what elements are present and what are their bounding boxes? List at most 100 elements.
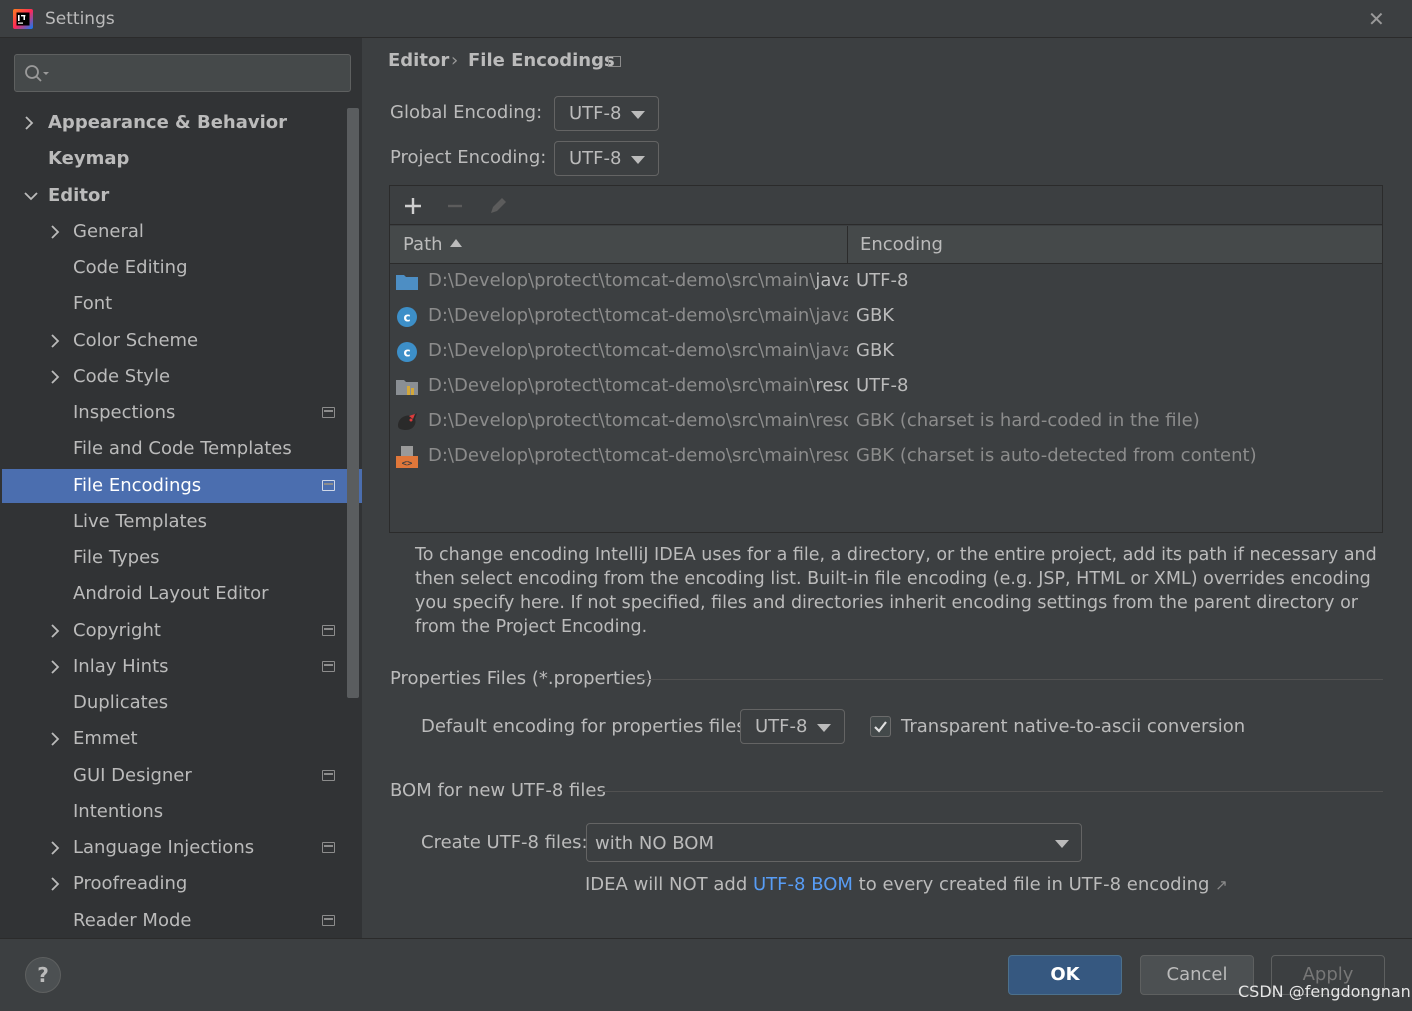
- sidebar-item-label: Font: [73, 293, 113, 314]
- row-encoding: UTF-8: [856, 375, 909, 396]
- sidebar-item-label: General: [73, 221, 144, 242]
- sidebar-item-font[interactable]: Font: [2, 287, 362, 321]
- sidebar-item-proofreading[interactable]: Proofreading: [2, 867, 362, 901]
- sidebar-item-label: Emmet: [73, 728, 138, 749]
- sidebar-item-code-editing[interactable]: Code Editing: [2, 251, 362, 285]
- sidebar-item-emmet[interactable]: Emmet: [2, 722, 362, 756]
- dropdown-arrow-icon: [817, 724, 831, 732]
- global-encoding-label: Global Encoding:: [390, 102, 543, 123]
- chevron-right-icon: [51, 624, 60, 638]
- create-utf8-dropdown[interactable]: with NO BOM: [586, 823, 1082, 862]
- svg-text:c: c: [403, 311, 410, 325]
- sidebar-item-inspections[interactable]: Inspections: [2, 396, 362, 430]
- sidebar-item-label: Language Injections: [73, 837, 255, 858]
- properties-default-label: Default encoding for properties files:: [421, 716, 752, 737]
- global-encoding-dropdown[interactable]: UTF-8: [554, 96, 659, 131]
- sidebar-item-language-injections[interactable]: Language Injections: [2, 831, 362, 865]
- sidebar-item-copyright[interactable]: Copyright: [2, 614, 362, 648]
- bom-info-text: IDEA will NOT add UTF-8 BOM to every cre…: [585, 874, 1228, 895]
- breadcrumb-editor[interactable]: Editor: [388, 50, 449, 71]
- transparent-ascii-checkbox[interactable]: [870, 716, 891, 737]
- cancel-button[interactable]: Cancel: [1140, 955, 1254, 995]
- search-icon: [25, 65, 49, 82]
- column-header-path[interactable]: Path: [403, 234, 443, 255]
- sidebar-item-editor[interactable]: Editor: [2, 179, 362, 213]
- sidebar-item-label: Intentions: [73, 801, 164, 822]
- sidebar-item-label: Keymap: [48, 148, 130, 169]
- sidebar-item-file-encodings[interactable]: File Encodings: [2, 469, 362, 503]
- utf8-bom-link[interactable]: UTF-8 BOM: [753, 874, 853, 895]
- project-level-icon: [322, 625, 335, 636]
- title-bar: Settings ✕: [0, 0, 1412, 38]
- sidebar-item-color-scheme[interactable]: Color Scheme: [2, 324, 362, 358]
- properties-encoding-dropdown[interactable]: UTF-8: [740, 709, 845, 744]
- sidebar-item-gui-designer[interactable]: GUI Designer: [2, 759, 362, 793]
- sidebar-item-general[interactable]: General: [2, 215, 362, 249]
- transparent-ascii-label[interactable]: Transparent native-to-ascii conversion: [901, 716, 1245, 737]
- sidebar-item-label: Android Layout Editor: [73, 583, 269, 604]
- html-file-icon: <>: [396, 446, 418, 469]
- sidebar-item-label: Reader Mode: [73, 910, 192, 931]
- checkmark-icon: [874, 721, 887, 733]
- sidebar-item-android-layout-editor[interactable]: Android Layout Editor: [2, 577, 362, 611]
- section-separator: [600, 791, 1383, 792]
- search-input[interactable]: [14, 54, 351, 92]
- project-level-icon: [322, 480, 335, 491]
- path-encoding-table: Path Encoding D:\Develop\protect\tomcat-…: [389, 185, 1383, 533]
- table-header: Path Encoding: [390, 226, 1382, 264]
- sidebar-item-label: Live Templates: [73, 511, 207, 532]
- column-divider[interactable]: [847, 226, 848, 264]
- sidebar-scrollbar[interactable]: [347, 108, 359, 698]
- sidebar-item-label: Inlay Hints: [73, 656, 169, 677]
- project-encoding-dropdown[interactable]: UTF-8: [554, 141, 659, 176]
- sidebar-item-label: Duplicates: [73, 692, 169, 713]
- table-row[interactable]: <> D:\Develop\protect\tomcat-demo\src\ma…: [390, 439, 1382, 474]
- table-row[interactable]: D:\Develop\protect\tomcat-demo\src\main\…: [390, 404, 1382, 439]
- table-toolbar: [390, 186, 1382, 225]
- external-link-icon: ↗: [1215, 876, 1228, 894]
- add-icon[interactable]: [401, 194, 425, 218]
- global-encoding-value: UTF-8: [569, 103, 622, 124]
- sort-ascending-icon: [450, 239, 462, 247]
- help-button[interactable]: ?: [25, 957, 61, 993]
- row-path: D:\Develop\protect\tomcat-demo\src\main\…: [428, 445, 848, 466]
- table-row[interactable]: c D:\Develop\protect\tomcat-demo\src\mai…: [390, 334, 1382, 369]
- sidebar-item-code-style[interactable]: Code Style: [2, 360, 362, 394]
- table-row[interactable]: D:\Develop\protect\tomcat-demo\src\main\…: [390, 369, 1382, 404]
- row-path: D:\Develop\protect\tomcat-demo\src\main\…: [428, 410, 848, 431]
- properties-encoding-value: UTF-8: [755, 716, 808, 737]
- java-class-icon: c: [397, 307, 417, 327]
- folder-icon: [396, 275, 418, 290]
- ok-button[interactable]: OK: [1008, 955, 1122, 995]
- sidebar-item-duplicates[interactable]: Duplicates: [2, 686, 362, 720]
- table-row[interactable]: D:\Develop\protect\tomcat-demo\src\main\…: [390, 264, 1382, 299]
- sidebar-item-reader-mode[interactable]: Reader Mode: [2, 904, 362, 938]
- section-separator: [636, 679, 1383, 680]
- close-icon[interactable]: ✕: [1368, 7, 1385, 31]
- chevron-right-icon: [51, 370, 60, 384]
- properties-section-title: Properties Files (*.properties): [390, 668, 653, 689]
- breadcrumb-separator: ›: [451, 50, 459, 71]
- tomcat-icon: [398, 413, 417, 430]
- edit-icon[interactable]: [486, 194, 510, 218]
- sidebar-item-live-templates[interactable]: Live Templates: [2, 505, 362, 539]
- encoding-help-text: To change encoding IntelliJ IDEA uses fo…: [415, 545, 1377, 637]
- row-path: D:\Develop\protect\tomcat-demo\src\main\…: [428, 375, 848, 396]
- column-header-encoding[interactable]: Encoding: [860, 234, 943, 255]
- sidebar-item-keymap[interactable]: Keymap: [2, 142, 362, 176]
- dropdown-arrow-icon: [631, 156, 645, 164]
- table-row[interactable]: c D:\Develop\protect\tomcat-demo\src\mai…: [390, 299, 1382, 334]
- project-level-icon: [322, 661, 335, 672]
- chevron-right-icon: [51, 732, 60, 746]
- sidebar-item-file-types[interactable]: File Types: [2, 541, 362, 575]
- project-level-icon: [322, 915, 335, 926]
- chevron-right-icon: [51, 225, 60, 239]
- chevron-right-icon: [51, 334, 60, 348]
- sidebar-item-intentions[interactable]: Intentions: [2, 795, 362, 829]
- remove-icon[interactable]: [443, 194, 467, 218]
- watermark: CSDN @fengdongnan: [1238, 982, 1411, 1001]
- sidebar-item-inlay-hints[interactable]: Inlay Hints: [2, 650, 362, 684]
- bom-section-title: BOM for new UTF-8 files: [390, 780, 606, 801]
- sidebar-item-file-and-code-templates[interactable]: File and Code Templates: [2, 432, 362, 466]
- sidebar-item-appearance-behavior[interactable]: Appearance & Behavior: [2, 106, 362, 140]
